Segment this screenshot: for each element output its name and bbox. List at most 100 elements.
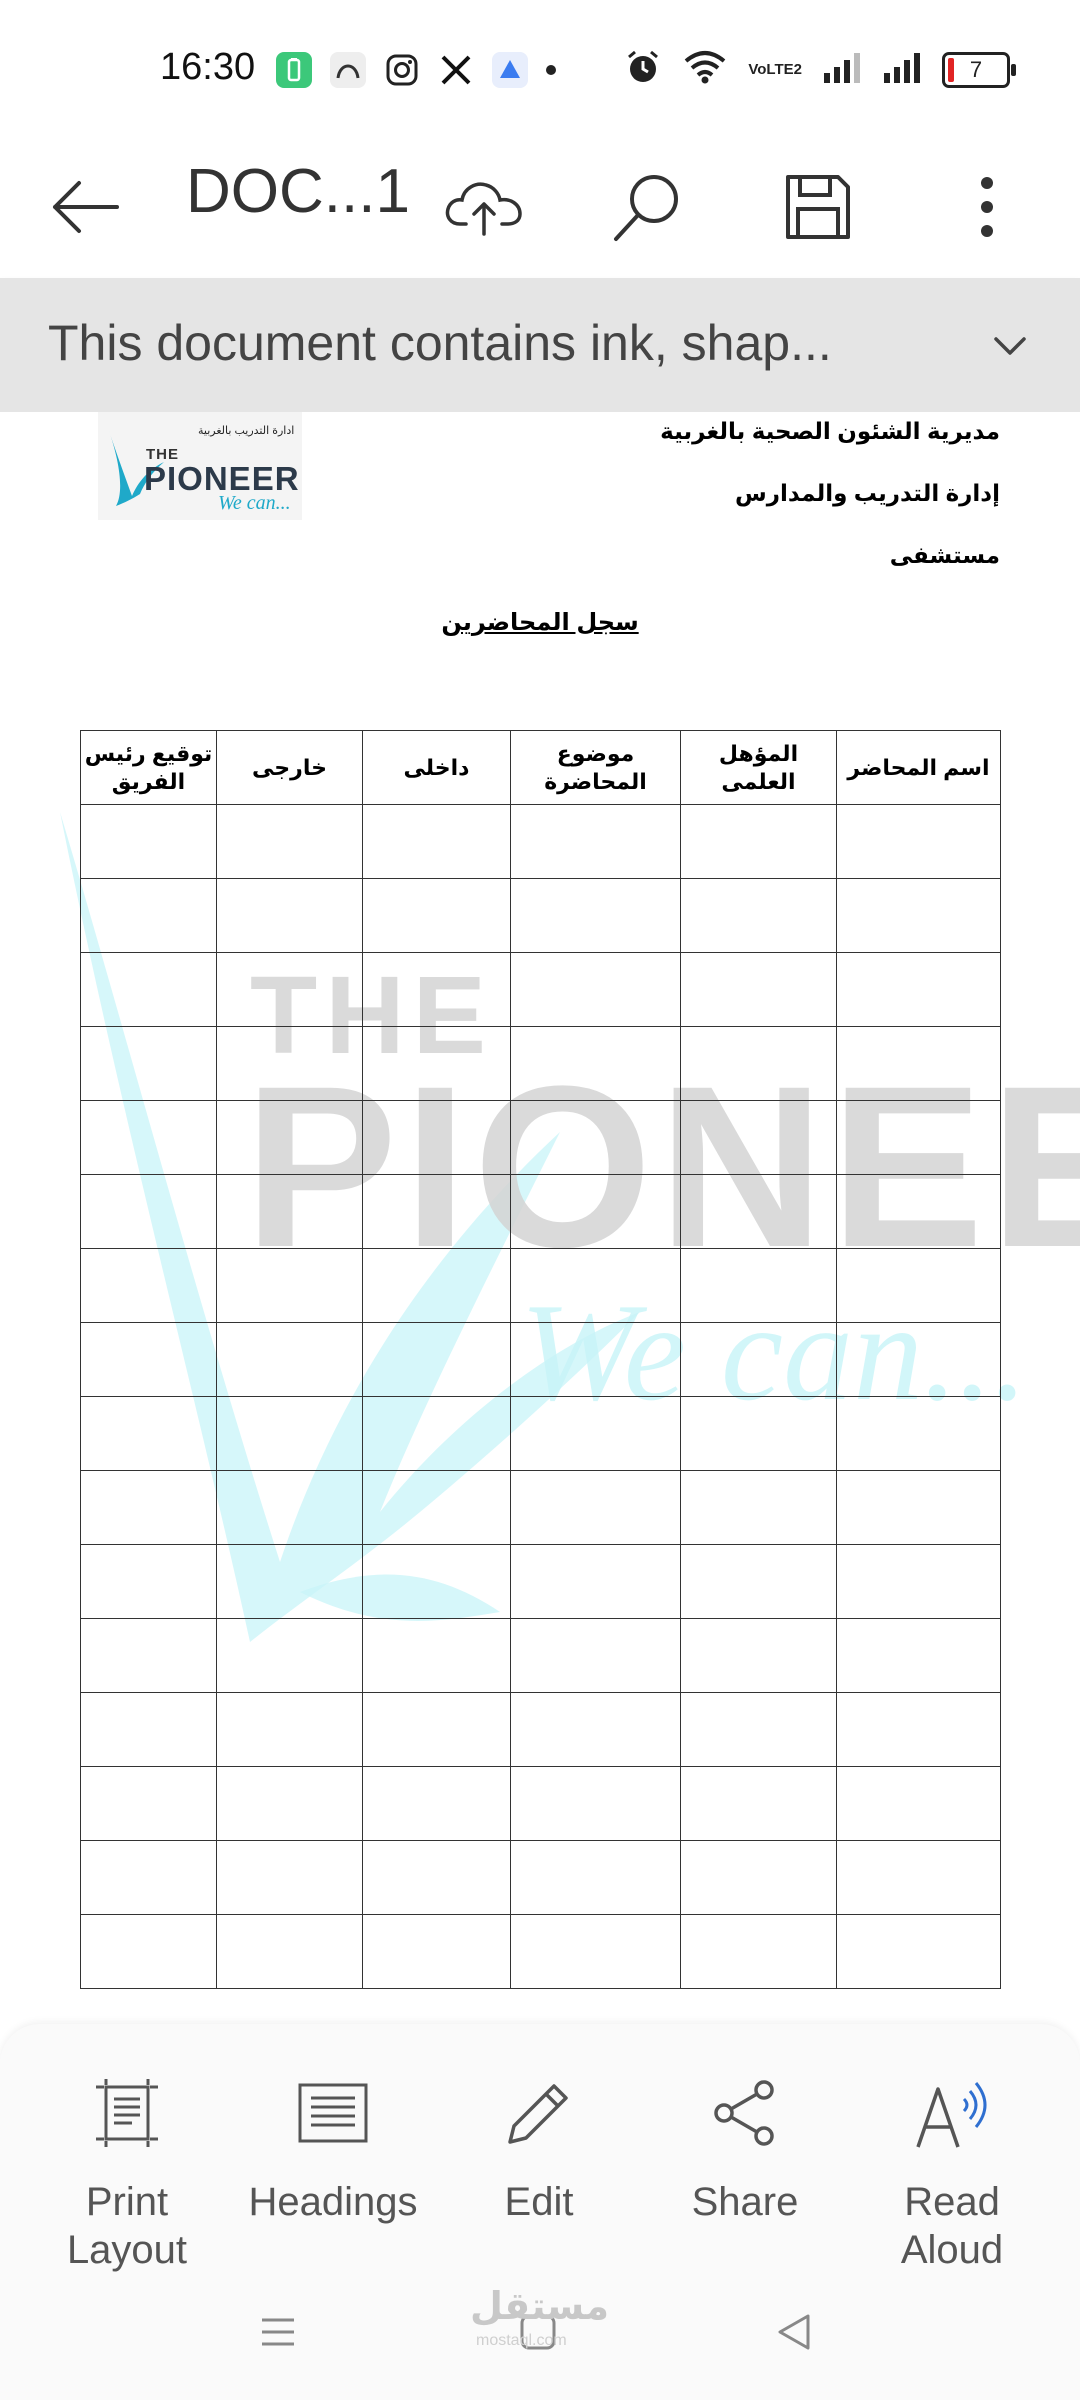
table-cell[interactable]	[216, 1544, 363, 1619]
table-cell[interactable]	[680, 1544, 837, 1619]
table-cell[interactable]	[680, 1618, 837, 1693]
table-cell[interactable]	[836, 1766, 1001, 1841]
table-cell[interactable]	[510, 804, 681, 879]
table-cell[interactable]	[216, 1914, 363, 1989]
table-cell[interactable]	[80, 1174, 217, 1249]
table-cell[interactable]	[680, 878, 837, 953]
table-cell[interactable]	[216, 878, 363, 953]
table-cell[interactable]	[836, 1322, 1001, 1397]
table-cell[interactable]	[362, 1470, 511, 1545]
table-cell[interactable]	[80, 1914, 217, 1989]
table-cell[interactable]	[836, 1248, 1001, 1323]
table-cell[interactable]	[510, 1100, 681, 1175]
compatibility-banner[interactable]: This document contains ink, shap...	[0, 278, 1080, 412]
table-cell[interactable]	[836, 1396, 1001, 1471]
table-cell[interactable]	[362, 1248, 511, 1323]
table-cell[interactable]	[510, 1396, 681, 1471]
table-cell[interactable]	[80, 1396, 217, 1471]
table-cell[interactable]	[362, 804, 511, 879]
table-cell[interactable]	[80, 1840, 217, 1915]
table-cell[interactable]	[362, 1396, 511, 1471]
table-cell[interactable]	[680, 952, 837, 1027]
table-cell[interactable]	[680, 1766, 837, 1841]
table-cell[interactable]	[80, 1766, 217, 1841]
table-cell[interactable]	[80, 1026, 217, 1101]
table-cell[interactable]	[80, 878, 217, 953]
table-cell[interactable]	[362, 1618, 511, 1693]
table-cell[interactable]	[362, 1322, 511, 1397]
table-cell[interactable]	[362, 1840, 511, 1915]
table-cell[interactable]	[362, 1100, 511, 1175]
table-cell[interactable]	[510, 952, 681, 1027]
table-cell[interactable]	[362, 878, 511, 953]
recents-icon[interactable]	[256, 2310, 300, 2359]
search-button[interactable]	[600, 140, 696, 278]
table-cell[interactable]	[680, 1026, 837, 1101]
table-cell[interactable]	[80, 1692, 217, 1767]
print-layout-button[interactable]: Print Layout	[27, 2068, 227, 2274]
more-options-button[interactable]	[944, 140, 1030, 278]
table-cell[interactable]	[680, 1914, 837, 1989]
share-button[interactable]: Share	[645, 2068, 845, 2226]
table-cell[interactable]	[680, 1322, 837, 1397]
table-cell[interactable]	[836, 1840, 1001, 1915]
table-cell[interactable]	[80, 1248, 217, 1323]
table-cell[interactable]	[680, 804, 837, 879]
table-cell[interactable]	[680, 1470, 837, 1545]
table-cell[interactable]	[680, 1692, 837, 1767]
table-cell[interactable]	[836, 878, 1001, 953]
table-cell[interactable]	[510, 1322, 681, 1397]
table-cell[interactable]	[362, 1544, 511, 1619]
table-cell[interactable]	[510, 1248, 681, 1323]
table-cell[interactable]	[362, 952, 511, 1027]
table-cell[interactable]	[510, 1470, 681, 1545]
table-cell[interactable]	[216, 1322, 363, 1397]
table-cell[interactable]	[216, 1248, 363, 1323]
table-cell[interactable]	[836, 1692, 1001, 1767]
table-cell[interactable]	[510, 1766, 681, 1841]
table-cell[interactable]	[510, 1692, 681, 1767]
table-cell[interactable]	[80, 1470, 217, 1545]
table-cell[interactable]	[836, 1544, 1001, 1619]
table-cell[interactable]	[216, 1174, 363, 1249]
back-icon[interactable]	[772, 2310, 816, 2359]
table-cell[interactable]	[80, 804, 217, 879]
document-title[interactable]: DOC...1	[186, 156, 410, 227]
table-cell[interactable]	[362, 1692, 511, 1767]
table-cell[interactable]	[510, 1618, 681, 1693]
table-cell[interactable]	[510, 1544, 681, 1619]
table-cell[interactable]	[216, 1100, 363, 1175]
table-cell[interactable]	[836, 1100, 1001, 1175]
back-button[interactable]	[40, 140, 130, 278]
table-cell[interactable]	[216, 1766, 363, 1841]
table-cell[interactable]	[216, 1692, 363, 1767]
table-cell[interactable]	[216, 1840, 363, 1915]
table-cell[interactable]	[680, 1248, 837, 1323]
table-cell[interactable]	[216, 804, 363, 879]
table-cell[interactable]	[836, 1618, 1001, 1693]
table-cell[interactable]	[216, 1470, 363, 1545]
table-cell[interactable]	[836, 1914, 1001, 1989]
table-cell[interactable]	[216, 1026, 363, 1101]
table-cell[interactable]	[836, 1470, 1001, 1545]
document-page[interactable]: THE PIONEER We can... ادارة التدريب بالغ…	[0, 412, 1080, 2024]
table-cell[interactable]	[216, 1396, 363, 1471]
table-cell[interactable]	[510, 1174, 681, 1249]
save-button[interactable]	[770, 140, 866, 278]
table-cell[interactable]	[80, 1100, 217, 1175]
table-cell[interactable]	[362, 1026, 511, 1101]
table-cell[interactable]	[216, 1618, 363, 1693]
table-cell[interactable]	[510, 1026, 681, 1101]
table-cell[interactable]	[836, 952, 1001, 1027]
headings-button[interactable]: Headings	[233, 2068, 433, 2226]
table-cell[interactable]	[680, 1396, 837, 1471]
table-cell[interactable]	[510, 1840, 681, 1915]
edit-button[interactable]: Edit	[439, 2068, 639, 2226]
table-cell[interactable]	[836, 1026, 1001, 1101]
table-cell[interactable]	[80, 1322, 217, 1397]
table-cell[interactable]	[80, 1544, 217, 1619]
table-cell[interactable]	[362, 1766, 511, 1841]
table-cell[interactable]	[216, 952, 363, 1027]
table-cell[interactable]	[680, 1840, 837, 1915]
table-cell[interactable]	[680, 1100, 837, 1175]
